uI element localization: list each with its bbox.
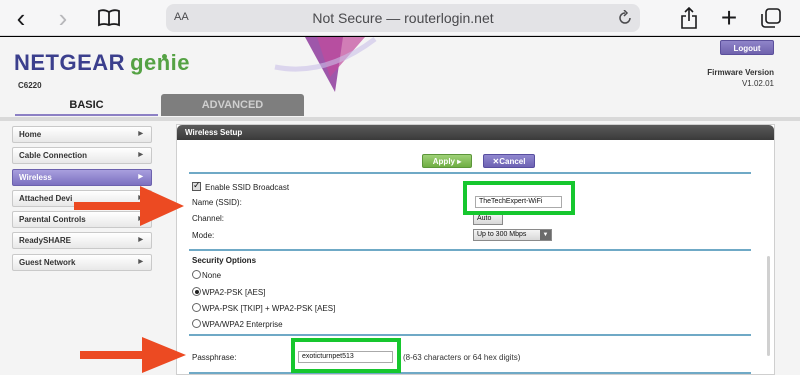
mode-select[interactable]: Up to 300 Mbps ▼: [473, 229, 552, 241]
wireless-setup-panel: Wireless Setup Apply ▸ ✕Cancel Enable SS…: [176, 124, 775, 375]
sidebar-item-label: ReadySHARE: [19, 236, 72, 246]
channel-value: Auto: [477, 215, 492, 222]
ssid-label: Name (SSID):: [192, 198, 242, 207]
divider: [189, 334, 751, 336]
radio-selected-icon[interactable]: [192, 287, 201, 296]
sidebar-item-label: Attached Devi: [19, 193, 73, 203]
share-icon[interactable]: [678, 6, 700, 30]
decorative-swoosh: [274, 37, 377, 92]
enable-ssid-row: Enable SSID Broadcast: [192, 180, 290, 192]
panel-scrollbar[interactable]: [767, 256, 770, 356]
radio-icon[interactable]: [192, 319, 201, 328]
security-option-none[interactable]: None: [192, 270, 221, 280]
security-options-heading: Security Options: [192, 256, 257, 265]
enable-ssid-checkbox[interactable]: [192, 180, 201, 191]
passphrase-label: Passphrase:: [192, 353, 237, 362]
address-bar[interactable]: AA Not Secure — routerlogin.net: [166, 4, 640, 32]
passphrase-highlight-box: [291, 338, 401, 373]
divider: [189, 249, 751, 251]
enable-ssid-label: Enable SSID Broadcast: [205, 183, 290, 192]
security-option-label: WPA2-PSK [AES]: [202, 288, 266, 297]
security-option-label: WPA-PSK [TKIP] + WPA2-PSK [AES]: [202, 304, 336, 313]
panel-title: Wireless Setup: [177, 125, 774, 140]
back-icon[interactable]: ‹: [10, 5, 32, 31]
router-page: NETGEAR genie C6220 Logout Firmware Versi…: [0, 37, 800, 375]
chevron-down-icon: ▼: [540, 230, 551, 240]
sidebar-item-readyshare[interactable]: ReadySHARE ▶: [12, 232, 152, 250]
mode-value: Up to 300 Mbps: [477, 231, 527, 238]
url-text: Not Secure — routerlogin.net: [312, 10, 494, 26]
sidebar-item-label: Wireless: [19, 172, 52, 182]
mode-label: Mode:: [192, 231, 215, 240]
header-divider: [0, 117, 800, 121]
firmware-version: V1.02.01: [741, 79, 774, 88]
apply-button[interactable]: Apply ▸: [422, 154, 472, 168]
model-number: C6220: [18, 81, 42, 90]
radio-icon[interactable]: [192, 303, 201, 312]
logout-button[interactable]: Logout: [720, 40, 774, 55]
ssid-highlight-box: [463, 181, 575, 215]
brand-text: NETGEAR: [14, 50, 126, 75]
cancel-button[interactable]: ✕Cancel: [483, 154, 535, 168]
sidebar-item-label: Guest Network: [19, 257, 76, 267]
reload-icon[interactable]: [618, 9, 632, 28]
passphrase-hint: (8-63 characters or 64 hex digits): [403, 353, 521, 362]
ssid-arrow-icon: [74, 186, 184, 226]
product-text: genie: [130, 50, 191, 75]
chevron-right-icon: ▶: [138, 237, 143, 244]
security-option-wpa-wpa2-mixed[interactable]: WPA-PSK [TKIP] + WPA2-PSK [AES]: [192, 303, 335, 313]
security-option-wpa2-psk-aes[interactable]: WPA2-PSK [AES]: [192, 287, 265, 297]
radio-icon[interactable]: [192, 270, 201, 279]
tabs-overview-icon[interactable]: [758, 6, 784, 30]
security-option-enterprise[interactable]: WPA/WPA2 Enterprise: [192, 319, 283, 329]
bookmarks-icon[interactable]: [96, 6, 122, 30]
sidebar-item-guest-network[interactable]: Guest Network ▶: [12, 253, 152, 271]
firmware-label: Firmware Version: [707, 68, 774, 77]
divider: [189, 372, 751, 374]
new-tab-icon[interactable]: +: [716, 4, 742, 32]
divider: [189, 172, 751, 174]
forward-icon[interactable]: ›: [52, 5, 74, 31]
security-option-label: WPA/WPA2 Enterprise: [202, 320, 283, 329]
sidebar-item-label: Home: [19, 130, 42, 139]
chevron-right-icon: ▶: [138, 131, 143, 137]
passphrase-arrow-icon: [80, 337, 186, 373]
tab-basic[interactable]: BASIC: [15, 94, 158, 116]
netgear-genie-logo: NETGEAR genie: [14, 50, 190, 76]
sidebar-item-home[interactable]: Home ▶: [12, 126, 152, 143]
channel-label: Channel:: [192, 214, 225, 223]
browser-toolbar: ‹ › AA Not Secure — routerlogin.net +: [0, 0, 800, 36]
security-option-label: None: [202, 271, 222, 280]
tab-advanced[interactable]: ADVANCED: [161, 94, 304, 116]
sidebar-item-label: Cable Connection: [19, 151, 88, 161]
chevron-right-icon: ▶: [138, 258, 143, 265]
chevron-right-icon: ▶: [138, 152, 143, 159]
sidebar-item-cable-connection[interactable]: Cable Connection ▶: [12, 147, 152, 165]
